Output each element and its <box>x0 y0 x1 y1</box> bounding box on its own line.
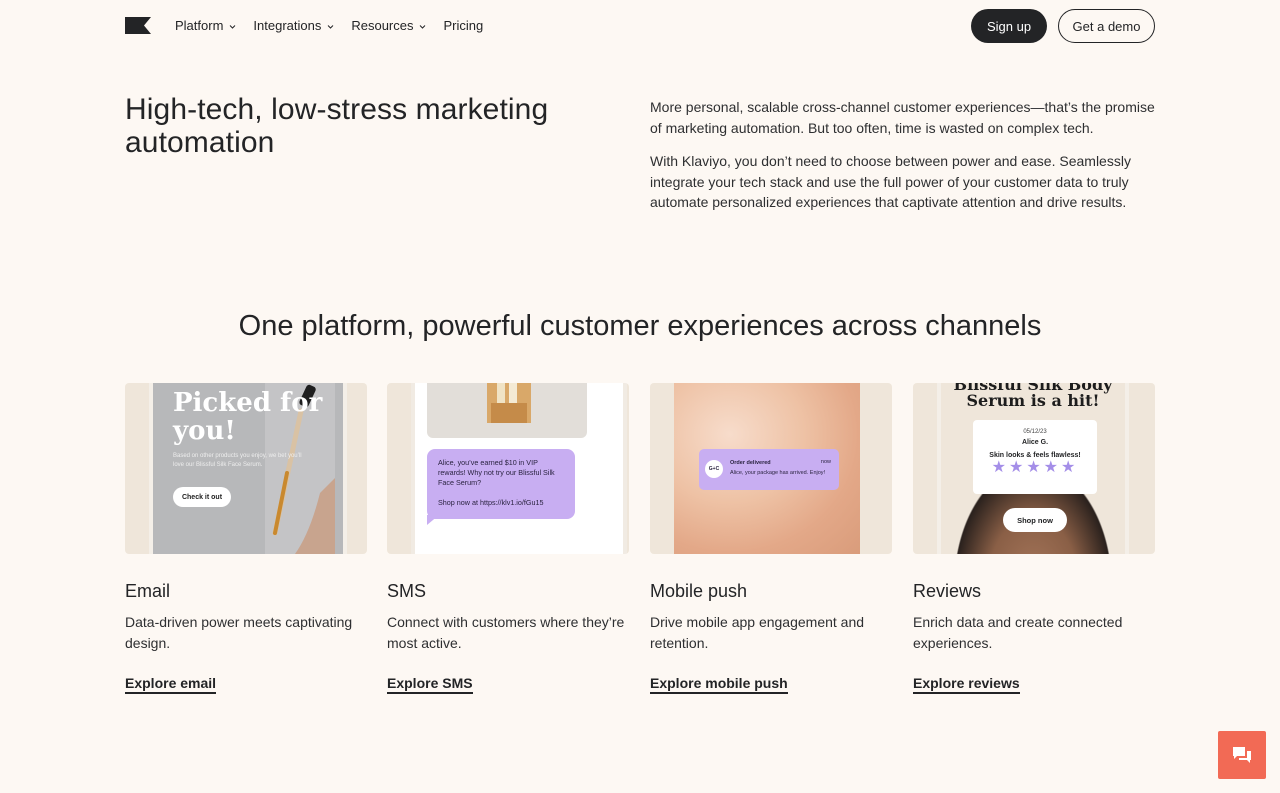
chat-button[interactable] <box>1218 731 1266 779</box>
explore-sms-link[interactable]: Explore SMS <box>387 674 473 694</box>
review-date: 05/12/23 <box>1023 429 1047 435</box>
channel-cards: Picked for you! Based on other products … <box>125 383 1155 703</box>
phone-mockup: Picked for you! Based on other products … <box>149 383 347 554</box>
sms-preview-image: Alice, you’ve earned $10 in VIP rewards!… <box>387 383 629 554</box>
explore-email-link[interactable]: Explore email <box>125 674 217 694</box>
notification-title: Order delivered <box>730 460 771 466</box>
notification-time: now <box>820 459 831 465</box>
nav-item-integrations[interactable]: Integrations <box>253 17 334 35</box>
card-title: Reviews <box>913 581 982 601</box>
explore-mobile-push-link[interactable]: Explore mobile push <box>650 674 788 694</box>
product-photo <box>427 383 587 438</box>
phone-mockup: Blissful Silk Body Serum is a hit! 05/12… <box>937 383 1129 554</box>
channel-card-sms: Alice, you’ve earned $10 in VIP rewards!… <box>387 383 629 694</box>
bubble-tail <box>427 515 439 525</box>
chevron-down-icon <box>230 24 236 29</box>
nav-item-label: Integrations <box>253 18 322 33</box>
email-headline: Picked for you! <box>173 388 323 446</box>
nav-item-platform[interactable]: Platform <box>175 17 236 35</box>
sms-message-bubble: Alice, you’ve earned $10 in VIP rewards!… <box>427 449 575 519</box>
explore-reviews-link[interactable]: Explore reviews <box>913 674 1020 694</box>
top-navigation: Platform Integrations Resources Pricing … <box>0 0 1280 52</box>
card-description: Enrich data and create connected experie… <box>913 614 1123 651</box>
card-description: Drive mobile app engagement and retentio… <box>650 614 865 651</box>
hero-title: High-tech, low-stress marketing automati… <box>125 93 549 159</box>
section-title: One platform, powerful customer experien… <box>238 310 1042 342</box>
star-rating-icon: ★★★★★ <box>991 459 1079 476</box>
nav-links: Platform Integrations Resources Pricing <box>175 17 500 35</box>
phone-mockup: Alice, you’ve earned $10 in VIP rewards!… <box>411 383 627 554</box>
hero-paragraph: With Klaviyo, you don’t need to choose b… <box>650 153 1131 210</box>
get-a-demo-button[interactable]: Get a demo <box>1058 9 1155 43</box>
chat-bubbles-icon <box>1233 747 1251 763</box>
reviewer-name: Alice G. <box>1021 439 1049 446</box>
reviews-preview-image: Blissful Silk Body Serum is a hit! 05/12… <box>913 383 1155 554</box>
push-notification: G+C Order delivered now Alice, your pack… <box>699 449 839 490</box>
hero-copy: More personal, scalable cross-channel cu… <box>650 97 1160 226</box>
sign-up-button[interactable]: Sign up <box>971 9 1047 43</box>
review-quote: Skin looks & feels flawless! <box>989 452 1081 459</box>
review-card: 05/12/23 Alice G. Skin looks & feels fla… <box>973 420 1097 494</box>
brand-avatar: G+C <box>705 460 723 478</box>
mobile-push-preview-image: G+C Order delivered now Alice, your pack… <box>650 383 892 554</box>
nav-item-resources[interactable]: Resources <box>351 17 426 35</box>
hero-paragraph: More personal, scalable cross-channel cu… <box>650 99 1155 136</box>
card-description: Data-driven power meets captivating desi… <box>125 614 353 651</box>
channel-card-mobile-push: G+C Order delivered now Alice, your pack… <box>650 383 892 694</box>
shop-now-button: Shop now <box>1003 508 1067 532</box>
check-it-out-button: Check it out <box>173 487 231 507</box>
notification-body: Alice, your package has arrived. Enjoy! <box>730 470 826 476</box>
nav-item-pricing[interactable]: Pricing <box>443 17 483 35</box>
sms-message-text: Alice, you’ve earned $10 in VIP rewards!… <box>438 458 555 487</box>
card-title: Mobile push <box>650 581 748 601</box>
email-body-text: Based on other products you enjoy, we be… <box>173 453 302 468</box>
channel-card-reviews: Blissful Silk Body Serum is a hit! 05/12… <box>913 383 1155 694</box>
card-title: SMS <box>387 581 427 601</box>
chevron-down-icon <box>420 24 426 29</box>
reviews-headline: Blissful Silk Body Serum is a hit! <box>953 383 1113 410</box>
chevron-down-icon <box>327 24 334 29</box>
card-description: Connect with customers where they’re mos… <box>387 614 625 651</box>
nav-item-label: Platform <box>175 18 224 33</box>
card-title: Email <box>125 581 171 601</box>
sms-link-text: Shop now at https://klv1.io/fGu15 <box>438 498 544 507</box>
serum-box-image <box>487 383 531 423</box>
nav-item-label: Resources <box>351 18 414 33</box>
klaviyo-logo[interactable] <box>125 17 151 34</box>
channel-card-email: Picked for you! Based on other products … <box>125 383 367 694</box>
email-preview-image: Picked for you! Based on other products … <box>125 383 367 554</box>
nav-item-label: Pricing <box>443 18 484 33</box>
